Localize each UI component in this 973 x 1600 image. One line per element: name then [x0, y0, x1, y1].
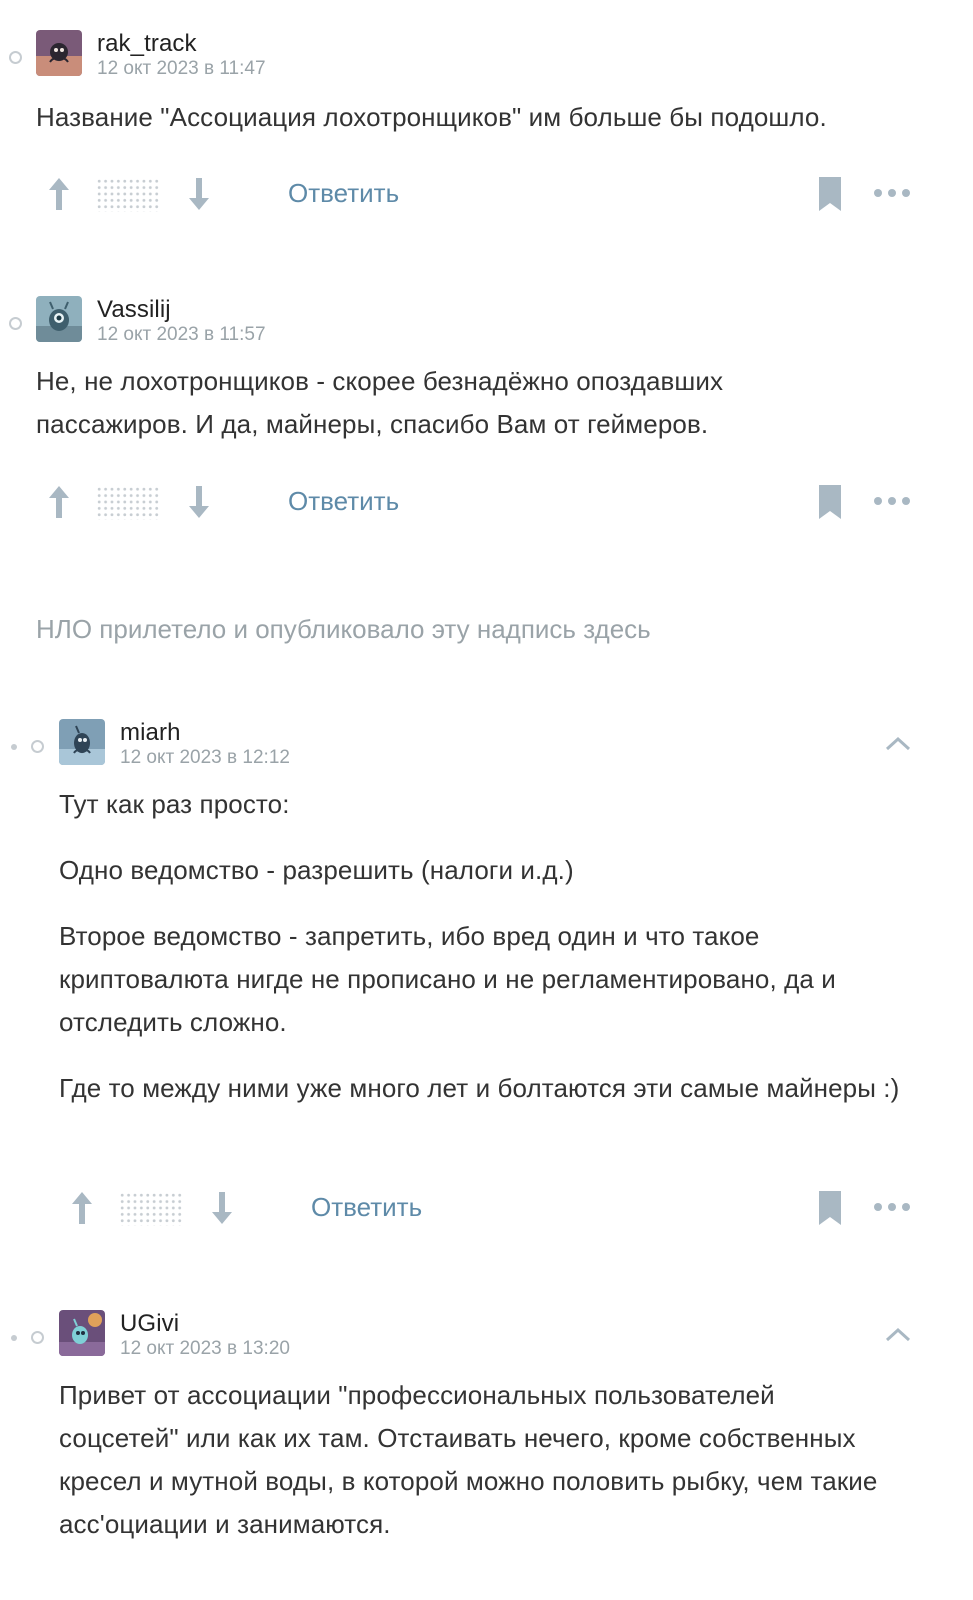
comment-paragraph: Не, не лохотронщиков - скорее безнадёжно… [36, 366, 724, 439]
comment-paragraph: Где то между ними уже много лет и болтаю… [59, 1073, 900, 1103]
comment-body: Привет от ассоциации "профессиональных п… [59, 1374, 879, 1569]
comment-body: Тут как раз просто: Одно ведомство - раз… [59, 783, 919, 1133]
vote-down-button[interactable] [209, 1190, 235, 1226]
more-button[interactable] [873, 186, 911, 200]
bookmark-button[interactable] [817, 1191, 843, 1225]
comment-timestamp[interactable]: 12 окт 2023 в 11:47 [97, 58, 266, 80]
comment-timestamp[interactable]: 12 окт 2023 в 11:57 [97, 324, 266, 346]
comment-actions: Ответить [0, 1190, 973, 1230]
reply-button[interactable]: Ответить [288, 178, 399, 209]
arrow-up-icon [49, 178, 69, 210]
thread-dot-icon [9, 51, 22, 64]
thread-dot-icon [31, 740, 44, 753]
more-dots-icon [874, 189, 910, 197]
avatar[interactable] [36, 30, 82, 76]
vote-score-hidden [119, 1192, 183, 1226]
vote-up-button[interactable] [46, 484, 72, 520]
more-dots-icon [874, 497, 910, 505]
reply-button[interactable]: Ответить [288, 486, 399, 517]
collapse-thread-button[interactable] [883, 1324, 913, 1344]
chevron-up-icon [885, 736, 911, 751]
vote-score-hidden [96, 486, 160, 520]
comment-timestamp[interactable]: 12 окт 2023 в 13:20 [120, 1338, 290, 1360]
comment-body: Название "Ассоциация лохотронщиков" им б… [36, 96, 936, 162]
avatar[interactable] [59, 1310, 105, 1356]
comment-paragraph: Тут как раз просто: [59, 789, 290, 819]
comment-body: Не, не лохотронщиков - скорее безнадёжно… [36, 360, 816, 469]
vote-down-button[interactable] [186, 484, 212, 520]
arrow-down-icon [189, 178, 209, 210]
avatar[interactable] [36, 296, 82, 342]
comment-author[interactable]: Vassilij [97, 296, 171, 324]
vote-up-button[interactable] [46, 176, 72, 212]
bookmark-icon [819, 1191, 841, 1225]
more-dots-icon [874, 1203, 910, 1211]
vote-down-button[interactable] [186, 176, 212, 212]
thread-dot-icon [11, 744, 17, 750]
comment-paragraph: Название "Ассоциация лохотронщиков" им б… [36, 102, 827, 132]
arrow-down-icon [212, 1192, 232, 1224]
arrow-up-icon [72, 1192, 92, 1224]
bookmark-icon [819, 485, 841, 519]
comment-author[interactable]: UGivi [120, 1310, 179, 1338]
arrow-down-icon [189, 486, 209, 518]
ufo-removed-note: НЛО прилетело и опубликовало эту надпись… [36, 614, 651, 644]
comment-author[interactable]: miarh [120, 719, 181, 747]
comment-actions: Ответить [0, 176, 973, 216]
more-button[interactable] [873, 494, 911, 508]
thread-dot-icon [31, 1331, 44, 1344]
bookmark-button[interactable] [817, 485, 843, 519]
bookmark-icon [819, 177, 841, 211]
vote-up-button[interactable] [69, 1190, 95, 1226]
thread-dot-icon [11, 1335, 17, 1341]
reply-button[interactable]: Ответить [311, 1192, 422, 1223]
thread-dot-icon [9, 317, 22, 330]
comment-actions: Ответить [0, 484, 973, 524]
comment-paragraph: Привет от ассоциации "профессиональных п… [59, 1380, 878, 1539]
arrow-up-icon [49, 486, 69, 518]
comment-paragraph: Одно ведомство - разрешить (налоги и.д.) [59, 855, 574, 885]
bookmark-button[interactable] [817, 177, 843, 211]
comment-timestamp[interactable]: 12 окт 2023 в 12:12 [120, 747, 290, 769]
chevron-up-icon [885, 1327, 911, 1342]
avatar[interactable] [59, 719, 105, 765]
comment-paragraph: Второе ведомство - запретить, ибо вред о… [59, 921, 836, 1037]
collapse-thread-button[interactable] [883, 733, 913, 753]
comment-author[interactable]: rak_track [97, 30, 197, 58]
vote-score-hidden [96, 178, 160, 212]
more-button[interactable] [873, 1200, 911, 1214]
